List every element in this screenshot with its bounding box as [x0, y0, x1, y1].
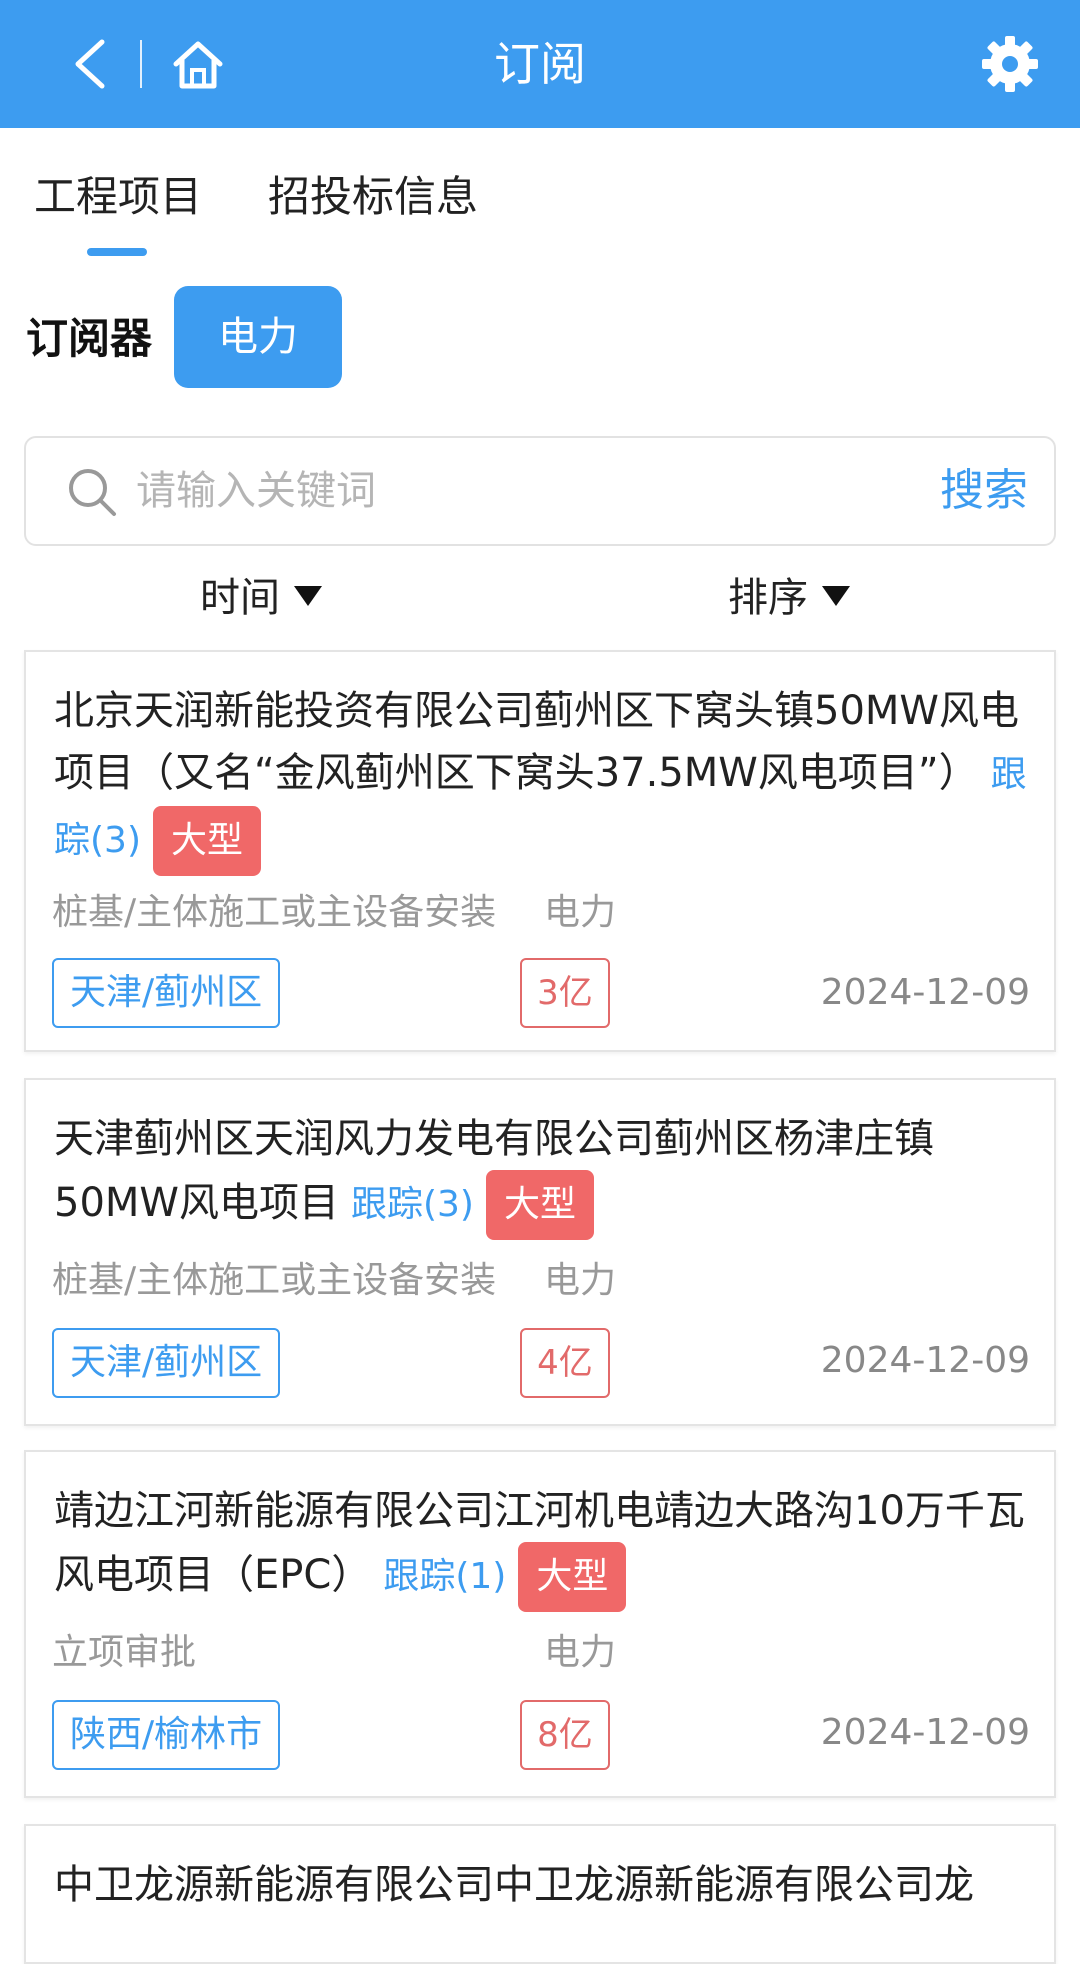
project-card[interactable]: 靖边江河新能源有限公司江河机电靖边大路沟10万千瓦风电项目（EPC） 跟踪(1) 大… [24, 1450, 1056, 1798]
project-date: 2024-12-09 [820, 1712, 1030, 1753]
region-tag: 天津/蓟州区 [52, 1328, 281, 1398]
search-icon [69, 469, 116, 516]
project-date: 2024-12-09 [820, 1340, 1030, 1381]
project-card[interactable]: 中卫龙源新能源有限公司中卫龙源新能源有限公司龙 [24, 1824, 1056, 1964]
project-stage: 桩基/主体施工或主设备安装 [52, 892, 497, 933]
project-stage: 立项审批 [52, 1632, 197, 1673]
project-industry: 电力 [544, 1632, 617, 1673]
amount-tag: 8亿 [520, 1700, 610, 1770]
triangle-down-icon [822, 586, 850, 606]
time-filter-label: 时间 [200, 575, 280, 621]
size-badge: 大型 [518, 1542, 627, 1612]
project-title: 靖边江河新能源有限公司江河机电靖边大路沟10万千瓦风电项目（EPC） 跟踪(1) 大… [54, 1480, 1034, 1612]
active-tab-indicator [87, 248, 147, 256]
project-card[interactable]: 天津蓟州区天润风力发电有限公司蓟州区杨津庄镇50MW风电项目 跟踪(3) 大型 桩基… [24, 1078, 1056, 1426]
project-title: 天津蓟州区天润风力发电有限公司蓟州区杨津庄镇50MW风电项目 跟踪(3) 大型 [54, 1108, 1034, 1240]
tab-engineering-projects[interactable]: 工程项目 [34, 168, 202, 226]
time-filter-dropdown[interactable]: 时间 [200, 566, 322, 630]
gear-icon[interactable] [980, 34, 1040, 94]
tab-bar: 工程项目 招投标信息 [0, 128, 1080, 260]
subscriber-chip-power[interactable]: 电力 [174, 286, 342, 388]
project-industry: 电力 [544, 1260, 617, 1301]
sort-filter-label: 排序 [728, 575, 808, 621]
track-count-link[interactable]: 跟踪(1) [383, 1556, 506, 1597]
size-badge: 大型 [485, 1170, 594, 1240]
app-header: 订阅 [0, 0, 1080, 128]
project-title: 北京天润新能投资有限公司蓟州区下窝头镇50MW风电项目（又名“金风蓟州区下窝头3… [54, 680, 1034, 876]
page-title: 订阅 [494, 37, 586, 91]
project-title-text: 中卫龙源新能源有限公司中卫龙源新能源有限公司龙 [54, 1862, 974, 1908]
track-count-link[interactable]: 跟踪(3) [351, 1184, 474, 1225]
amount-tag: 4亿 [520, 1328, 610, 1398]
filter-bar: 时间 排序 [0, 566, 1080, 630]
project-stage: 桩基/主体施工或主设备安装 [52, 1260, 497, 1301]
size-badge: 大型 [153, 806, 262, 876]
region-tag: 陕西/榆林市 [52, 1700, 281, 1770]
subscriber-label: 订阅器 [26, 314, 153, 363]
sort-filter-dropdown[interactable]: 排序 [728, 566, 850, 630]
search-bar: 搜索 [24, 436, 1056, 546]
tab-bidding-info[interactable]: 招投标信息 [268, 168, 478, 226]
project-title-text: 北京天润新能投资有限公司蓟州区下窝头镇50MW风电项目（又名“金风蓟州区下窝头3… [54, 688, 1019, 796]
triangle-down-icon [294, 586, 322, 606]
region-tag: 天津/蓟州区 [52, 958, 281, 1028]
search-input[interactable] [136, 456, 916, 526]
project-card[interactable]: 北京天润新能投资有限公司蓟州区下窝头镇50MW风电项目（又名“金风蓟州区下窝头3… [24, 650, 1056, 1052]
project-industry: 电力 [544, 892, 617, 933]
project-date: 2024-12-09 [820, 972, 1030, 1013]
project-title: 中卫龙源新能源有限公司中卫龙源新能源有限公司龙 [54, 1854, 1034, 1916]
search-button[interactable]: 搜索 [940, 460, 1028, 522]
amount-tag: 3亿 [520, 958, 610, 1028]
